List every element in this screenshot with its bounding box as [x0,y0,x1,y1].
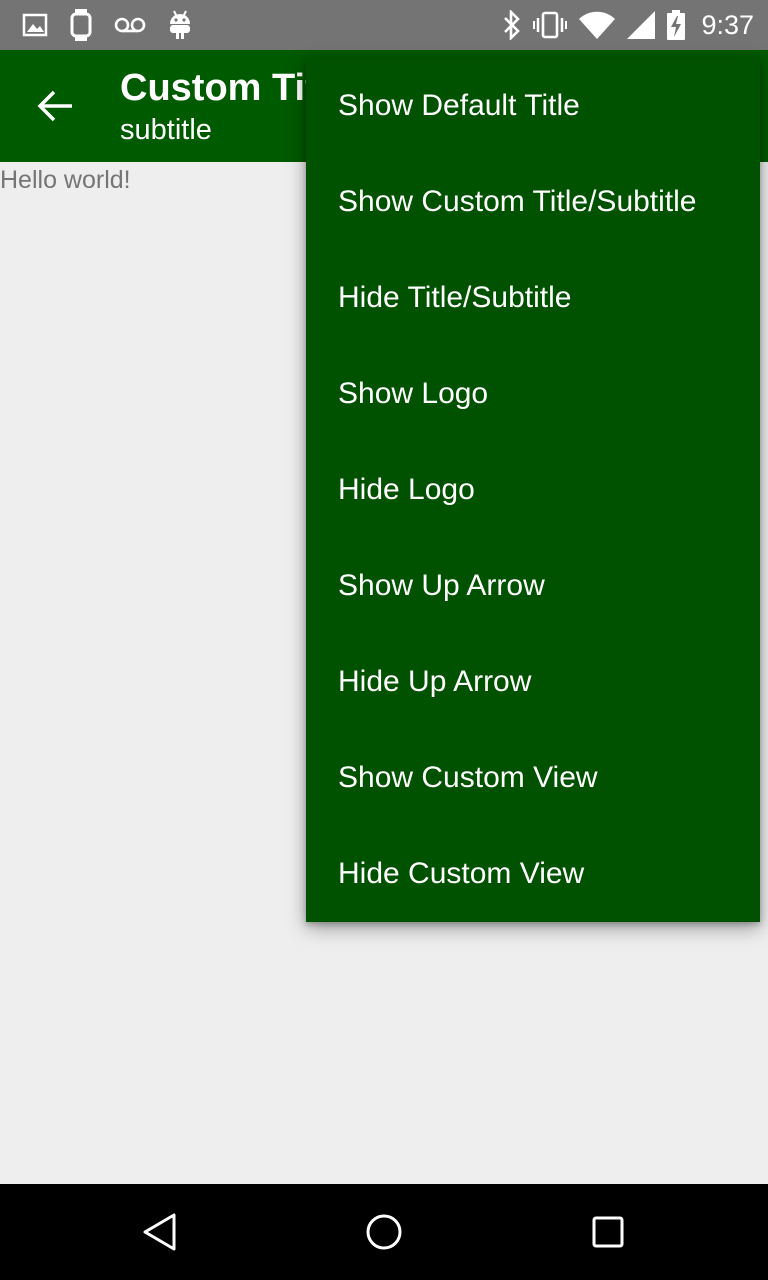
vibrate-icon [533,11,568,39]
screen: 9:37 Custom Title subtitle Hello world! … [0,0,768,1280]
voicemail-icon [114,17,146,33]
overflow-menu: Show Default Title Show Custom Title/Sub… [306,58,760,922]
status-bar-system: 9:37 [503,0,754,50]
menu-item-show-default-title[interactable]: Show Default Title [306,58,760,154]
status-bar-notifications [22,0,192,50]
wifi-icon [579,11,616,39]
navigation-bar [0,1184,768,1280]
home-circle-icon[interactable] [364,1212,404,1252]
image-icon [22,13,48,37]
menu-item-show-custom-title-subtitle[interactable]: Show Custom Title/Subtitle [306,154,760,250]
back-triangle-icon[interactable] [140,1212,180,1252]
signal-icon [627,11,656,39]
menu-item-hide-custom-view[interactable]: Hide Custom View [306,826,760,922]
arrow-back-icon[interactable] [34,84,78,128]
status-bar: 9:37 [0,0,768,50]
menu-item-hide-title-subtitle[interactable]: Hide Title/Subtitle [306,250,760,346]
menu-item-hide-up-arrow[interactable]: Hide Up Arrow [306,634,760,730]
menu-item-show-up-arrow[interactable]: Show Up Arrow [306,538,760,634]
bluetooth-icon [503,10,521,40]
android-icon [168,10,192,40]
menu-item-show-logo[interactable]: Show Logo [306,346,760,442]
recents-square-icon[interactable] [588,1212,628,1252]
menu-item-hide-logo[interactable]: Hide Logo [306,442,760,538]
watch-icon [70,9,92,41]
menu-item-show-custom-view[interactable]: Show Custom View [306,730,760,826]
hello-text: Hello world! [0,166,131,194]
status-time: 9:37 [701,9,754,40]
battery-charging-icon [667,10,686,40]
